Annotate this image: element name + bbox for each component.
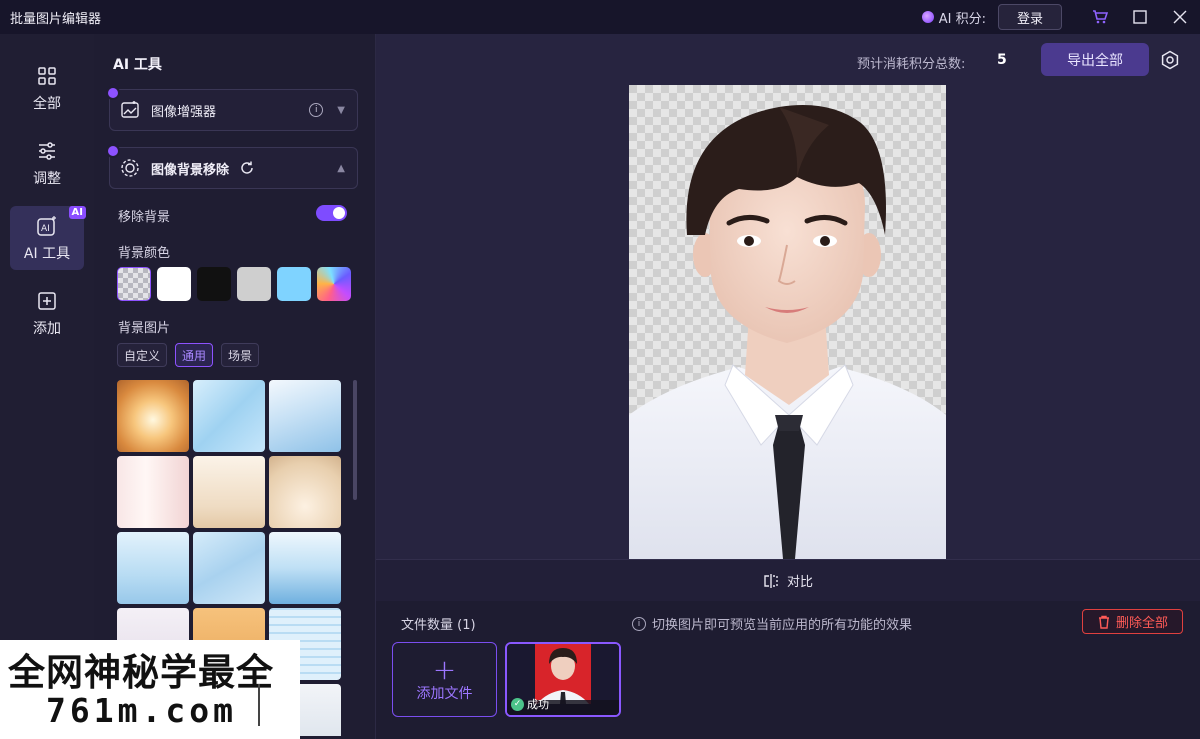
remove-bg-label: 移除背景 (118, 210, 171, 225)
compare-icon (764, 573, 778, 588)
compare-button[interactable]: 对比 (376, 559, 1200, 601)
background-removal-section[interactable]: 图像背景移除 ▲ (108, 146, 358, 189)
bg-remove-icon (119, 157, 141, 179)
swatch-transparent[interactable] (117, 267, 151, 301)
add-file-label: 添加文件 (416, 685, 473, 702)
info-icon: i (632, 616, 646, 631)
tool-panel: AI 工具 图像增强器 i ▼ 图像背景移除 ▲ 移除背景 背景颜色 背景图片 … (94, 34, 376, 739)
chevron-up-icon[interactable]: ▲ (337, 163, 345, 174)
preview-tip: i 切换图片即可预览当前应用的所有功能的效果 (632, 614, 912, 633)
trash-icon (1098, 615, 1109, 629)
ai-badge: AI (68, 206, 86, 219)
delete-all-label: 删除全部 (1115, 616, 1168, 631)
add-square-icon (37, 288, 57, 314)
image-enhancer-section[interactable]: 图像增强器 i ▼ (108, 88, 358, 131)
ai-credits-label: AI 积分: (938, 11, 986, 27)
export-all-button[interactable]: 导出全部 (1041, 43, 1149, 76)
chevron-down-icon[interactable]: ▼ (337, 105, 345, 116)
file-status-label: 成功 (527, 698, 549, 711)
delete-all-button[interactable]: 删除全部 (1082, 609, 1183, 634)
tab-custom[interactable]: 自定义 (117, 343, 168, 367)
remove-bg-toggle[interactable] (316, 205, 347, 221)
enhancer-label: 图像增强器 (151, 104, 217, 120)
compare-label: 对比 (786, 575, 813, 590)
app-title: 批量图片编辑器 (10, 11, 102, 27)
bg-thumb[interactable] (193, 380, 265, 452)
sliders-icon (37, 138, 57, 164)
file-count-label: 文件数量 (1) (401, 618, 476, 633)
file-thumbnail[interactable]: ✓ 成功 (505, 642, 621, 717)
swatch-blue[interactable] (277, 267, 311, 301)
cart-icon[interactable] (1080, 0, 1120, 34)
ai-credit-icon (921, 11, 934, 23)
bg-image-tabs: 自定义 通用 场景 (117, 343, 260, 367)
tip-text: 切换图片即可预览当前应用的所有功能的效果 (652, 618, 913, 633)
watermark-divider (258, 684, 260, 726)
watermark: 全网神秘学最全 761m.com (0, 640, 300, 739)
ai-pin-icon (108, 88, 118, 98)
tab-general[interactable]: 通用 (175, 343, 214, 367)
estimate-value: 5 (997, 52, 1007, 68)
bg-thumb[interactable] (269, 532, 341, 604)
bg-thumb[interactable] (193, 456, 265, 528)
file-status: ✓ 成功 (511, 696, 549, 712)
file-strip: 文件数量 (1) i 切换图片即可预览当前应用的所有功能的效果 删除全部 + 添… (376, 601, 1200, 739)
bg-color-label: 背景颜色 (118, 246, 171, 261)
check-icon: ✓ (511, 697, 524, 711)
rail-item-all[interactable]: 全部 (10, 56, 84, 120)
image-preview (629, 85, 946, 559)
ai-credits: AI 积分: (921, 8, 986, 27)
rail-item-label: 全部 (33, 96, 61, 112)
swatch-gray[interactable] (237, 267, 271, 301)
grid-icon (37, 63, 57, 89)
reset-icon[interactable] (239, 160, 255, 176)
rail-item-ai-tools[interactable]: AI AI AI 工具 (10, 206, 86, 270)
settings-gear-icon[interactable] (1160, 50, 1180, 70)
panel-scrollbar[interactable] (353, 380, 357, 500)
rail-item-label: 调整 (33, 171, 61, 187)
toggle-knob (333, 207, 345, 219)
maximize-icon[interactable] (1120, 0, 1160, 34)
bg-thumb[interactable] (269, 456, 341, 528)
bg-thumb[interactable] (117, 380, 189, 452)
swatch-custom-color[interactable] (317, 267, 351, 301)
plus-icon: + (432, 652, 457, 686)
enhancer-icon (119, 99, 141, 121)
main-area: 预计消耗积分总数: 5 导出全部 对比 文件数量 (1) i 切换图片即可预览当… (376, 34, 1200, 739)
rail-item-label: AI 工具 (23, 246, 71, 262)
bg-thumb[interactable] (117, 532, 189, 604)
rail-item-add[interactable]: 添加 (10, 281, 84, 345)
add-file-button[interactable]: + 添加文件 (392, 642, 497, 717)
bg-thumb[interactable] (193, 532, 265, 604)
ai-pin-icon (108, 146, 118, 156)
watermark-line1: 全网神秘学最全 (8, 651, 274, 694)
bg-thumb[interactable] (269, 380, 341, 452)
left-rail: 全部 调整 AI AI AI 工具 添加 (0, 34, 94, 739)
ai-tools-icon: AI (36, 213, 58, 239)
rail-item-label: 添加 (33, 321, 61, 337)
login-button[interactable]: 登录 (998, 4, 1062, 30)
info-icon[interactable]: i (309, 103, 324, 117)
bg-remove-label: 图像背景移除 (151, 162, 230, 178)
title-bar: 批量图片编辑器 AI 积分: 登录 (0, 0, 1200, 34)
bg-color-swatches (117, 267, 351, 301)
swatch-black[interactable] (197, 267, 231, 301)
estimate-label: 预计消耗积分总数: (857, 57, 966, 72)
swatch-white[interactable] (157, 267, 191, 301)
bg-image-label: 背景图片 (118, 321, 171, 336)
svg-text:AI: AI (41, 224, 50, 234)
portrait-image (629, 85, 946, 559)
watermark-line2: 761m.com (46, 691, 237, 730)
rail-item-adjust[interactable]: 调整 (10, 131, 84, 195)
tab-scene[interactable]: 场景 (221, 343, 260, 367)
panel-title: AI 工具 (113, 57, 162, 73)
bg-thumb[interactable] (117, 456, 189, 528)
close-icon[interactable] (1160, 0, 1200, 34)
